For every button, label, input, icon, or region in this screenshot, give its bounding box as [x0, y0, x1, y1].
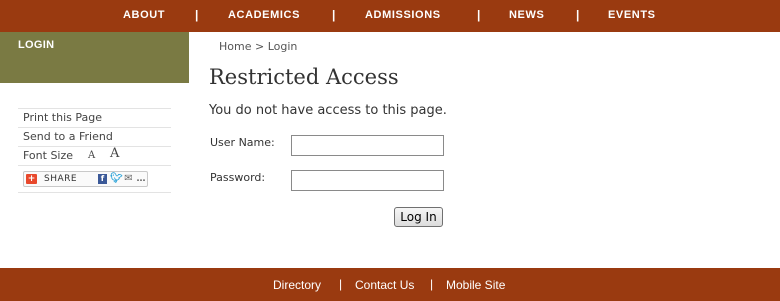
share-label: SHARE — [44, 174, 78, 184]
footer-mobile-link[interactable]: Mobile Site — [446, 278, 505, 292]
nav-academics[interactable]: ACADEMICS — [228, 9, 300, 21]
nav-admissions[interactable]: ADMISSIONS — [365, 9, 441, 21]
nav-separator: | — [332, 8, 336, 22]
nav-about[interactable]: ABOUT — [123, 9, 165, 21]
access-message: You do not have access to this page. — [209, 103, 447, 118]
twitter-icon: 🐦︎ — [110, 173, 123, 184]
breadcrumb-current: Login — [267, 40, 298, 53]
sidebar-header: LOGIN — [0, 32, 189, 83]
username-input[interactable] — [291, 135, 444, 156]
print-page-link[interactable]: Print this Page — [18, 109, 171, 128]
footer-directory-link[interactable]: Directory — [273, 278, 321, 292]
facebook-icon: f — [98, 174, 107, 184]
log-in-button[interactable]: Log In — [394, 207, 443, 227]
font-size-large-button[interactable]: A — [110, 145, 119, 163]
share-plus-icon: + — [26, 174, 37, 184]
top-nav: ABOUT | ACADEMICS | ADMISSIONS | NEWS | … — [0, 0, 780, 32]
footer-contact-link[interactable]: Contact Us — [355, 278, 414, 292]
footer-separator: | — [430, 277, 434, 291]
nav-news[interactable]: NEWS — [509, 9, 544, 21]
nav-separator: | — [477, 8, 481, 22]
nav-events[interactable]: EVENTS — [608, 9, 656, 21]
page-tools: Print this Page Send to a Friend Font Si… — [18, 108, 171, 193]
breadcrumb: Home > Login — [219, 40, 297, 53]
font-size-small-button[interactable]: A — [88, 147, 95, 165]
font-size-row: Font Size A A — [18, 145, 171, 166]
font-size-label: Font Size — [23, 149, 74, 162]
username-label: User Name: — [210, 136, 275, 149]
page-title: Restricted Access — [209, 65, 399, 89]
nav-separator: | — [576, 8, 580, 22]
nav-separator: | — [195, 8, 199, 22]
email-icon: ✉ — [124, 173, 133, 184]
more-icon: … — [136, 174, 146, 184]
send-to-friend-link[interactable]: Send to a Friend — [18, 128, 171, 147]
password-label: Password: — [210, 171, 266, 184]
breadcrumb-separator: > — [254, 40, 265, 53]
sidebar-title: LOGIN — [18, 39, 55, 51]
footer-separator: | — [339, 277, 343, 291]
footer-nav: Directory | Contact Us | Mobile Site — [0, 268, 780, 301]
password-input[interactable] — [291, 170, 444, 191]
share-row: + SHARE f 🐦︎ ✉ … — [18, 166, 171, 193]
share-button[interactable]: + SHARE f 🐦︎ ✉ … — [23, 171, 148, 187]
breadcrumb-home-link[interactable]: Home — [219, 40, 251, 53]
